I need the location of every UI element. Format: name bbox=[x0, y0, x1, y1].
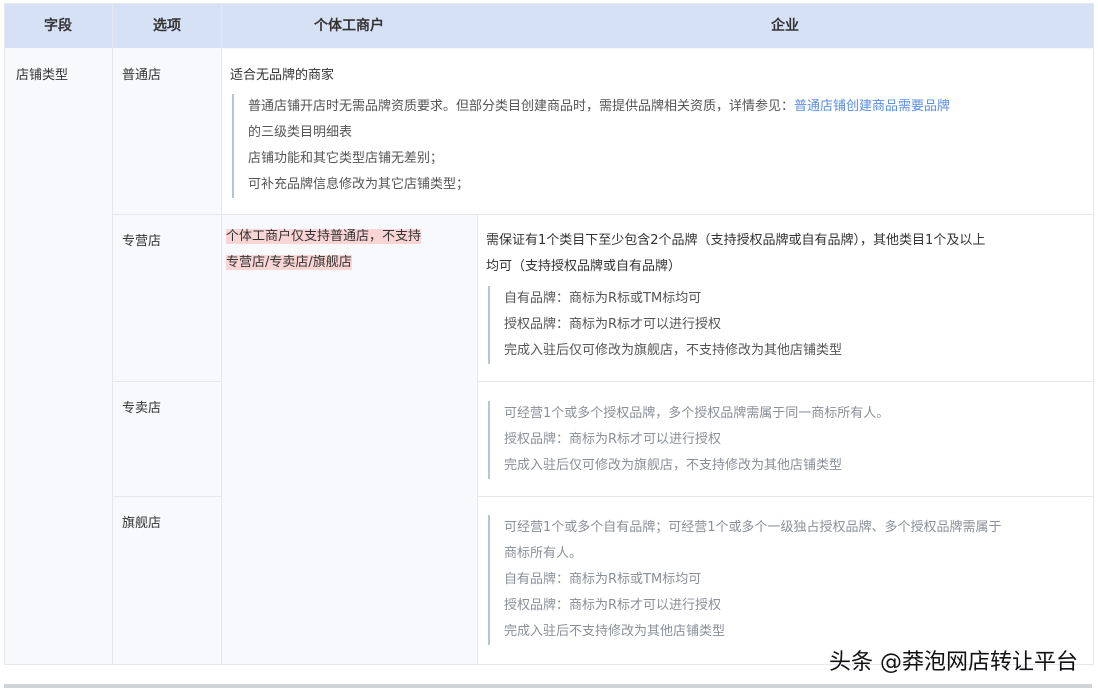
specialty-note-line2: 授权品牌：商标为R标才可以进行授权 bbox=[504, 432, 722, 447]
category-table-link-cont[interactable]: 的三级类目明细表 bbox=[248, 120, 950, 146]
exclusive-note-line3: 完成入驻后仅可修改为旗舰店，不支持修改为其他店铺类型 bbox=[504, 343, 843, 358]
option-exclusive: 专营店 bbox=[122, 234, 162, 249]
specialty-note-line1: 可经营1个或多个授权品牌，多个授权品牌需属于同一商标所有人。 bbox=[504, 406, 890, 421]
divider bbox=[221, 4, 222, 664]
option-specialty: 专卖店 bbox=[122, 401, 162, 416]
option-flagship: 旗舰店 bbox=[122, 516, 162, 531]
field-store-type: 店铺类型 bbox=[16, 68, 69, 83]
divider bbox=[112, 4, 113, 664]
header-individual: 个体工商户 bbox=[314, 18, 384, 34]
table-header: 字段 选项 个体工商户 企业 bbox=[5, 4, 1093, 48]
specialty-note: 可经营1个或多个授权品牌，多个授权品牌需属于同一商标所有人。 授权品牌：商标为R… bbox=[488, 401, 889, 479]
exclusive-summary-2: 均可（支持授权品牌或自有品牌） bbox=[486, 259, 682, 274]
normal-note: 普通店铺开店时无需品牌资质要求。但部分类目创建商品时，需提供品牌相关资质，详情参… bbox=[232, 94, 950, 198]
individual-note-line2: 专营店/专卖店/旗舰店 bbox=[226, 255, 352, 270]
divider bbox=[477, 381, 1093, 382]
flagship-note-line4: 授权品牌：商标为R标才可以进行授权 bbox=[504, 598, 722, 613]
divider bbox=[477, 496, 1093, 497]
flagship-note-line1: 可经营1个或多个自有品牌；可经营1个或多个一级独占授权品牌、多个授权品牌需属于 bbox=[504, 520, 1002, 535]
divider bbox=[112, 496, 222, 497]
individual-note-line1: 个体工商户仅支持普通店，不支持 bbox=[226, 229, 422, 244]
exclusive-note-line2: 授权品牌：商标为R标才可以进行授权 bbox=[504, 317, 722, 332]
exclusive-note-line1: 自有品牌：商标为R标或TM标均可 bbox=[504, 291, 702, 306]
normal-note-line3: 可补充品牌信息修改为其它店铺类型； bbox=[248, 177, 470, 192]
specialty-note-line3: 完成入驻后仅可修改为旗舰店，不支持修改为其他店铺类型 bbox=[504, 458, 843, 473]
horizontal-scrollbar[interactable] bbox=[4, 684, 1092, 688]
header-option: 选项 bbox=[153, 18, 181, 34]
individual-restriction-note: 个体工商户仅支持普通店，不支持 专营店/专卖店/旗舰店 bbox=[226, 224, 466, 276]
divider bbox=[477, 214, 478, 664]
flagship-note-line2: 商标所有人。 bbox=[504, 546, 583, 561]
normal-summary: 适合无品牌的商家 bbox=[230, 68, 335, 83]
category-table-link[interactable]: 普通店铺创建商品需要品牌 bbox=[794, 99, 950, 114]
header-field: 字段 bbox=[44, 18, 72, 34]
flagship-note-line3: 自有品牌：商标为R标或TM标均可 bbox=[504, 572, 702, 587]
option-normal: 普通店 bbox=[122, 68, 162, 83]
header-enterprise: 企业 bbox=[771, 18, 799, 34]
watermark: 头条 @莽泡网店转让平台 bbox=[829, 650, 1078, 675]
divider bbox=[112, 381, 222, 382]
flagship-note: 可经营1个或多个自有品牌；可经营1个或多个一级独占授权品牌、多个授权品牌需属于 … bbox=[488, 515, 1002, 645]
exclusive-note: 自有品牌：商标为R标或TM标均可 授权品牌：商标为R标才可以进行授权 完成入驻后… bbox=[488, 286, 842, 364]
divider bbox=[112, 214, 1093, 215]
flagship-note-line5: 完成入驻后不支持修改为其他店铺类型 bbox=[504, 624, 726, 639]
normal-note-line2: 店铺功能和其它类型店铺无差别； bbox=[248, 151, 444, 166]
exclusive-summary: 需保证有1个类目下至少包含2个品牌（支持授权品牌或自有品牌），其他类目1个及以上… bbox=[486, 228, 985, 280]
normal-note-line1: 普通店铺开店时无需品牌资质要求。但部分类目创建商品时，需提供品牌相关资质，详情参… bbox=[248, 99, 795, 114]
exclusive-summary-1: 需保证有1个类目下至少包含2个品牌（支持授权品牌或自有品牌），其他类目1个及以上 bbox=[486, 233, 986, 248]
